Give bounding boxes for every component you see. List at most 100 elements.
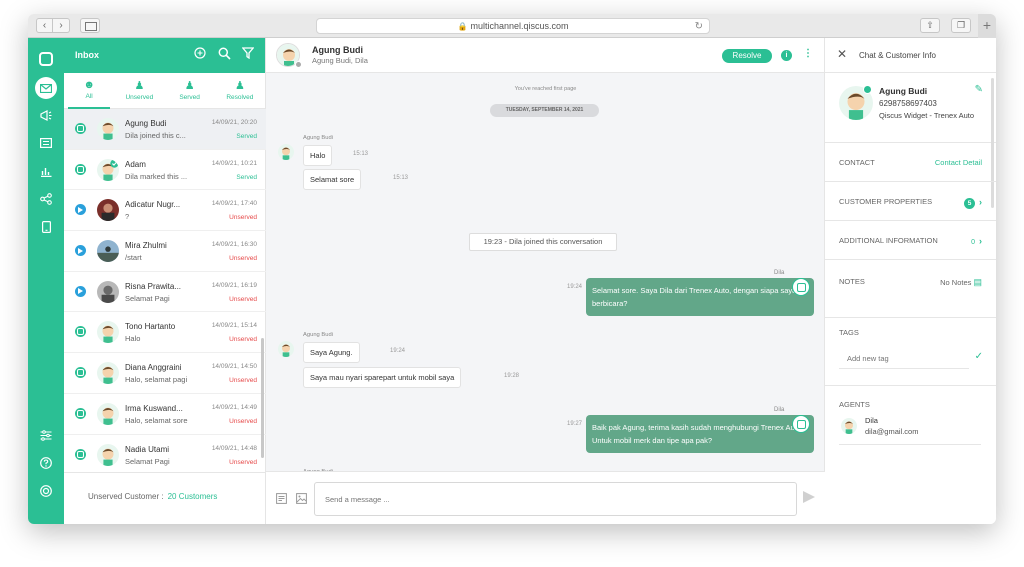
- agents-section: AGENTS Dila dila@gmail.com: [825, 394, 996, 454]
- room-name: Nadia Utami: [125, 444, 170, 454]
- whatsapp-icon: [75, 448, 86, 460]
- filter-tab-unserved[interactable]: ♟ Unserved: [114, 73, 164, 108]
- filter-tab-resolved[interactable]: ♟ Resolved: [215, 73, 265, 108]
- forward-icon[interactable]: ›: [53, 18, 70, 33]
- unserved-count-link[interactable]: 20 Customers: [168, 492, 218, 501]
- contact-detail-link[interactable]: Contact Detail: [935, 158, 982, 167]
- room-list-item[interactable]: Irma Kuswand... Halo, selamat sore 14/09/2…: [64, 394, 266, 435]
- info-header: ✕ Chat & Customer Info: [825, 38, 996, 73]
- room-status: Unserved: [229, 336, 257, 344]
- sender-name: Dila: [774, 270, 785, 276]
- message-time: 19:24: [567, 284, 583, 290]
- tabs-icon[interactable]: ❐: [951, 18, 971, 33]
- additional-information-row[interactable]: ADDITIONAL INFORMATION 0 ›: [825, 221, 996, 260]
- notes-value[interactable]: No Notes ▤: [940, 277, 982, 288]
- avatar: [97, 321, 119, 344]
- broadcast-icon[interactable]: [35, 104, 57, 126]
- more-vertical-icon[interactable]: ⋮: [803, 48, 813, 59]
- search-icon[interactable]: [218, 47, 231, 60]
- customer-info-panel: ✕ Chat & Customer Info Agung Budi 629875…: [825, 38, 996, 524]
- customer-source: Qiscus Widget - Trenex Auto: [879, 111, 975, 120]
- message-bubble[interactable]: Selamat sore: [303, 169, 362, 190]
- room-name: Agung Budi: [125, 119, 167, 128]
- message-time: 19:28: [504, 373, 520, 379]
- sidebar-toggle-icon[interactable]: [80, 18, 100, 33]
- contact-label: CONTACT: [839, 158, 875, 167]
- profile-status-icon[interactable]: [35, 480, 57, 502]
- address-bar[interactable]: 🔒 multichannel.qiscus.com ↻: [316, 18, 710, 34]
- tag-input[interactable]: [839, 349, 969, 369]
- customer-phone: 6298758697403: [879, 99, 937, 108]
- message-bubble[interactable]: Selamat sore. Saya Dila dari Trenex Auto…: [586, 278, 814, 316]
- reload-icon[interactable]: ↻: [695, 20, 703, 34]
- room-list-item[interactable]: Diana Anggraini Halo, selamat pagi 14/09/2…: [64, 353, 266, 394]
- filter-label: Unserved: [125, 94, 154, 101]
- integration-icon[interactable]: [35, 188, 57, 210]
- room-list-item[interactable]: Adicatur Nugr...? 14/09/21, 17:40 Unserved: [64, 190, 266, 232]
- message-bubble[interactable]: Saya Agung.: [303, 342, 360, 363]
- room-list-item[interactable]: Agung Budi Dila joined this c... 14/09/21,…: [64, 109, 266, 150]
- inbox-nav-icon[interactable]: [35, 77, 57, 99]
- room-time: 14/09/21, 16:19: [211, 281, 257, 289]
- channel-badge: [863, 85, 872, 94]
- info-icon[interactable]: i: [781, 50, 792, 61]
- mobile-icon[interactable]: [35, 216, 57, 238]
- sender-name: Agung Budi: [303, 135, 333, 141]
- customer-list-icon[interactable]: [35, 132, 57, 154]
- room-list-item[interactable]: Mira Zhulmi/start 14/09/21, 16:30 Unserved: [64, 231, 266, 272]
- nav-rail: [28, 38, 64, 524]
- close-icon[interactable]: ✕: [837, 47, 847, 61]
- room-list-item[interactable]: Nadia Utami Selamat Pagi 14/09/21, 14:48 Un…: [64, 435, 266, 473]
- user-check-icon: ♟: [234, 80, 245, 92]
- message-bubble[interactable]: Baik pak Agung, terima kasih sudah mengh…: [586, 415, 814, 453]
- send-icon[interactable]: [803, 491, 815, 503]
- room-list-item[interactable]: Tono Hartanto Halo 14/09/21, 15:14 Unserved: [64, 312, 266, 354]
- room-time: 14/09/21, 20:20: [211, 119, 257, 126]
- settings-sliders-icon[interactable]: [35, 424, 57, 446]
- room-status: Unserved: [229, 377, 257, 385]
- help-icon[interactable]: [35, 452, 57, 474]
- lock-icon: 🔒: [457, 22, 468, 31]
- template-icon[interactable]: [276, 493, 287, 504]
- room-name: Tono Hartanto: [125, 322, 176, 332]
- resolve-button[interactable]: Resolve: [722, 49, 772, 63]
- room-status: Unserved: [229, 214, 257, 222]
- customer-properties-row[interactable]: CUSTOMER PROPERTIES 5 ›: [825, 182, 996, 221]
- image-attach-icon[interactable]: [296, 493, 307, 504]
- share-icon[interactable]: ⇧: [920, 18, 940, 33]
- new-chat-icon[interactable]: [194, 47, 207, 60]
- message-bubble[interactable]: Saya mau nyari sparepart untuk mobil say…: [303, 367, 462, 388]
- message-time: 19:24: [390, 348, 406, 354]
- back-icon[interactable]: ‹: [36, 18, 53, 33]
- telegram-icon: [75, 204, 86, 216]
- room-list-scrollbar[interactable]: [261, 338, 264, 458]
- telegram-icon: [75, 245, 86, 257]
- new-tab-icon[interactable]: +: [978, 14, 996, 38]
- room-status: Served: [236, 173, 257, 181]
- room-last-message: Halo, selamat sore: [125, 415, 188, 425]
- customer-properties-value: 5 ›: [964, 197, 982, 209]
- filter-tab-all[interactable]: ☻ All: [64, 73, 114, 109]
- additional-info-count: 0: [971, 239, 975, 246]
- room-time: 14/09/21, 14:48: [211, 444, 257, 452]
- date-separator: TUESDAY, SEPTEMBER 14, 2021: [490, 104, 599, 117]
- room-list-item[interactable]: Adam Dila marked this ... 14/09/21, 10:21 S…: [64, 150, 266, 191]
- message-input[interactable]: [314, 482, 797, 516]
- user-plus-icon: ♟: [134, 80, 145, 92]
- qiscus-logo-icon[interactable]: [35, 48, 57, 70]
- room-list-item[interactable]: Risna Prawita... Selamat Pagi 14/09/21, 16…: [64, 272, 266, 313]
- chat-panel: Agung Budi Agung Budi, Dila Resolve i ⋮ …: [266, 38, 825, 524]
- avatar: [841, 418, 857, 434]
- room-time: 14/09/21, 14:50: [211, 363, 257, 371]
- browser-nav: ‹ ›: [36, 18, 70, 33]
- analytics-icon[interactable]: [35, 160, 57, 182]
- filter-icon[interactable]: [242, 47, 254, 59]
- message-bubble[interactable]: Halo: [303, 145, 333, 166]
- agents-label: AGENTS: [839, 400, 870, 409]
- agent-avatar-icon: [792, 415, 810, 433]
- sender-name: Dila: [774, 407, 785, 413]
- check-icon[interactable]: ✓: [975, 351, 983, 362]
- chat-header: Agung Budi Agung Budi, Dila Resolve i ⋮: [266, 38, 824, 73]
- filter-tab-served[interactable]: ♟ Served: [165, 73, 215, 108]
- pencil-icon[interactable]: ✎: [975, 84, 983, 95]
